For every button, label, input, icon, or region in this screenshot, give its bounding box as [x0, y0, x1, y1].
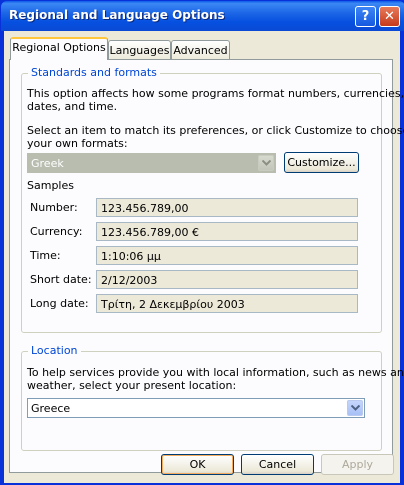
tab-panel: Standards and formats This option affect…	[9, 59, 404, 473]
sample-number-value: 123.456.789,00	[101, 202, 189, 215]
title-bar[interactable]: Regional and Language Options ? ✕	[1, 1, 404, 31]
tab-regional-options[interactable]: Regional Options	[10, 37, 108, 60]
sample-time-field: 1:10:06 μμ	[96, 246, 358, 265]
sample-currency-field: 123.456.789,00 €	[96, 222, 358, 241]
sample-currency-value: 123.456.789,00 €	[101, 226, 199, 239]
sample-long-date-value: Τρίτη, 2 Δεκεμβρίου 2003	[101, 298, 245, 311]
standards-group-label: Standards and formats	[28, 66, 160, 79]
samples-label: Samples	[27, 179, 74, 192]
sample-label-number: Number:	[30, 201, 78, 214]
tab-languages[interactable]: Languages	[108, 40, 171, 60]
sample-short-date-value: 2/12/2003	[101, 274, 158, 287]
close-button[interactable]: ✕	[379, 6, 400, 27]
location-description-line1: To help services provide you with local …	[27, 366, 404, 379]
chevron-down-icon[interactable]	[347, 400, 363, 416]
standards-description-line1: This option affects how some programs fo…	[27, 87, 404, 100]
close-icon: ✕	[384, 9, 395, 24]
standards-group: Standards and formats This option affect…	[21, 66, 404, 333]
dialog-client-area: Regional Options Languages Advanced Stan…	[4, 31, 404, 483]
locale-dropdown[interactable]: Greek	[27, 153, 276, 173]
location-group: Location To help services provide you wi…	[21, 344, 404, 451]
locale-value: Greek	[31, 157, 64, 170]
help-button[interactable]: ?	[355, 6, 376, 27]
sample-label-long-date: Long date:	[30, 297, 89, 310]
tab-advanced[interactable]: Advanced	[171, 40, 230, 60]
location-value: Greece	[31, 402, 71, 415]
sample-label-short-date: Short date:	[30, 273, 92, 286]
ok-button[interactable]: OK	[161, 454, 234, 475]
cancel-label: Cancel	[258, 458, 297, 471]
tab-label: Languages	[109, 44, 170, 57]
window-title: Regional and Language Options	[9, 8, 225, 22]
select-instruction-line2: your own formats:	[27, 137, 128, 150]
help-icon: ?	[361, 9, 370, 24]
tab-label: Advanced	[173, 44, 228, 57]
sample-short-date-field: 2/12/2003	[96, 270, 358, 289]
location-dropdown[interactable]: Greece	[27, 398, 365, 418]
sample-label-currency: Currency:	[30, 225, 83, 238]
location-group-label: Location	[28, 344, 81, 357]
cancel-button[interactable]: Cancel	[241, 454, 314, 475]
apply-button[interactable]: Apply	[321, 454, 394, 475]
sample-label-time: Time:	[30, 249, 61, 262]
standards-description-line2: dates, and time.	[27, 100, 118, 113]
ok-label: OK	[189, 458, 206, 471]
sample-time-value: 1:10:06 μμ	[101, 250, 161, 263]
location-description-line2: weather, select your present location:	[27, 379, 237, 392]
sample-long-date-field: Τρίτη, 2 Δεκεμβρίου 2003	[96, 294, 358, 313]
apply-label: Apply	[341, 458, 374, 471]
tab-label: Regional Options	[12, 41, 106, 54]
customize-label: Customize...	[287, 156, 356, 169]
select-instruction-line1: Select an item to match its preferences,…	[27, 124, 404, 137]
dialog-window: Regional and Language Options ? ✕ Region…	[0, 0, 404, 485]
sample-number-field: 123.456.789,00	[96, 198, 358, 217]
customize-button[interactable]: Customize...	[284, 152, 359, 173]
chevron-down-icon[interactable]	[258, 155, 274, 171]
